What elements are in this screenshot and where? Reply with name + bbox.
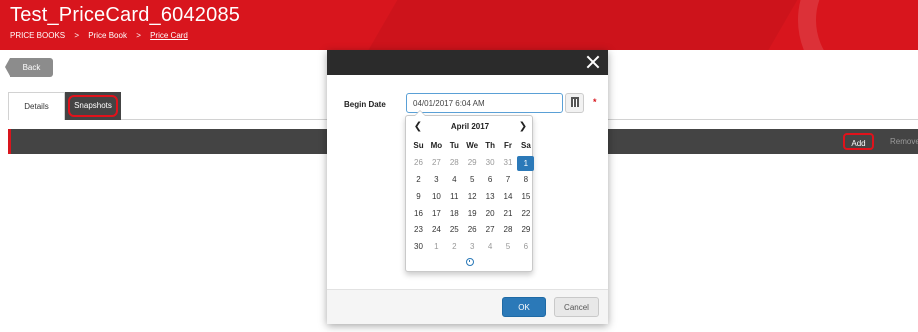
calendar-day[interactable]: 6 <box>482 172 499 189</box>
close-icon[interactable] <box>585 54 601 70</box>
calendar-day[interactable]: 19 <box>464 206 481 223</box>
calendar-day[interactable]: 30 <box>482 155 499 172</box>
calendar-icon <box>571 97 579 107</box>
calendar-day[interactable]: 2 <box>410 172 427 189</box>
app-window: Test_PriceCard_6042085 PRICE BOOKS > Pri… <box>0 0 918 332</box>
calendar-day[interactable]: 20 <box>482 206 499 223</box>
calendar-grid: Su Mo Tu We Th Fr Sa 26 27 28 29 30 31 1 2 3 4 5 6 7 8 9 10 11 1… <box>410 138 536 256</box>
calendar-day-selected[interactable]: 1 <box>517 155 535 171</box>
calendar-day[interactable]: 5 <box>464 172 481 189</box>
chevron-right-icon[interactable]: ❯ <box>516 120 530 134</box>
calendar-day[interactable]: 8 <box>517 172 534 189</box>
calendar-day[interactable]: 22 <box>517 206 534 223</box>
calendar-day[interactable]: 1 <box>428 239 445 256</box>
calendar-week-row: 30 1 2 3 4 5 6 <box>410 239 536 256</box>
clock-icon[interactable] <box>466 258 474 266</box>
calendar-day[interactable]: 21 <box>500 206 517 223</box>
calendar-day[interactable]: 14 <box>500 189 517 206</box>
calendar-day[interactable]: 26 <box>464 222 481 239</box>
calendar-day[interactable]: 4 <box>446 172 463 189</box>
calendar-day[interactable]: 12 <box>464 189 481 206</box>
calendar-week-row: 26 27 28 29 30 31 1 <box>410 155 536 172</box>
calendar-day[interactable]: 27 <box>428 155 445 172</box>
calendar-day[interactable]: 16 <box>410 206 427 223</box>
weekday-label: Th <box>485 141 495 150</box>
calendar-day[interactable]: 18 <box>446 206 463 223</box>
calendar-day[interactable]: 13 <box>482 189 499 206</box>
calendar-week-row: 16 17 18 19 20 21 22 <box>410 206 536 223</box>
calendar-day[interactable]: 3 <box>464 239 481 256</box>
calendar-day[interactable]: 7 <box>500 172 517 189</box>
calendar-day[interactable]: 29 <box>517 222 534 239</box>
date-picker-popup: ❮ April 2017 ❯ Su Mo Tu We Th Fr Sa 26 27 28 29 30 3… <box>405 110 536 272</box>
weekday-label: Mo <box>430 141 443 150</box>
calendar-week-row: 23 24 25 26 27 28 29 <box>410 222 536 239</box>
weekday-label: Su <box>413 141 424 150</box>
calendar-button[interactable] <box>565 93 584 113</box>
calendar-day[interactable]: 31 <box>500 155 517 172</box>
dialog-footer: OK Cancel <box>327 289 608 324</box>
calendar-day[interactable]: 23 <box>410 222 427 239</box>
calendar-day[interactable]: 26 <box>410 155 427 172</box>
calendar-day[interactable]: 28 <box>446 155 463 172</box>
calendar-day[interactable]: 28 <box>500 222 517 239</box>
weekday-label: Tu <box>449 141 459 150</box>
weekday-label: Fr <box>504 141 512 150</box>
calendar-month-title[interactable]: April 2017 <box>436 120 504 134</box>
calendar-day[interactable]: 3 <box>428 172 445 189</box>
calendar-week-row: 9 10 11 12 13 14 15 <box>410 189 536 206</box>
cancel-button[interactable]: Cancel <box>554 297 599 317</box>
calendar-day[interactable]: 9 <box>410 189 427 206</box>
calendar-day[interactable]: 25 <box>446 222 463 239</box>
weekday-label: Sa <box>520 141 531 150</box>
calendar-day[interactable]: 11 <box>446 189 463 206</box>
calendar-day[interactable]: 5 <box>500 239 517 256</box>
begin-date-label: Begin Date <box>344 100 386 109</box>
calendar-day[interactable]: 29 <box>464 155 481 172</box>
calendar-week-row: 2345678 <box>410 172 536 189</box>
calendar-day[interactable]: 30 <box>410 239 427 256</box>
calendar-day[interactable]: 15 <box>517 189 534 206</box>
weekday-label: We <box>466 141 479 150</box>
ok-button[interactable]: OK <box>502 297 546 317</box>
calendar-day[interactable]: 10 <box>428 189 445 206</box>
calendar-day[interactable]: 27 <box>482 222 499 239</box>
required-indicator: * <box>593 97 597 107</box>
begin-date-input[interactable] <box>406 93 563 113</box>
calendar-day[interactable]: 24 <box>428 222 445 239</box>
weekday-header-row: Su Mo Tu We Th Fr Sa <box>410 138 536 155</box>
calendar-day[interactable]: 4 <box>482 239 499 256</box>
calendar-day[interactable]: 17 <box>428 206 445 223</box>
calendar-day[interactable]: 6 <box>517 239 534 256</box>
calendar-day[interactable]: 2 <box>446 239 463 256</box>
chevron-left-icon[interactable]: ❮ <box>411 120 425 134</box>
dialog-header <box>327 50 608 75</box>
